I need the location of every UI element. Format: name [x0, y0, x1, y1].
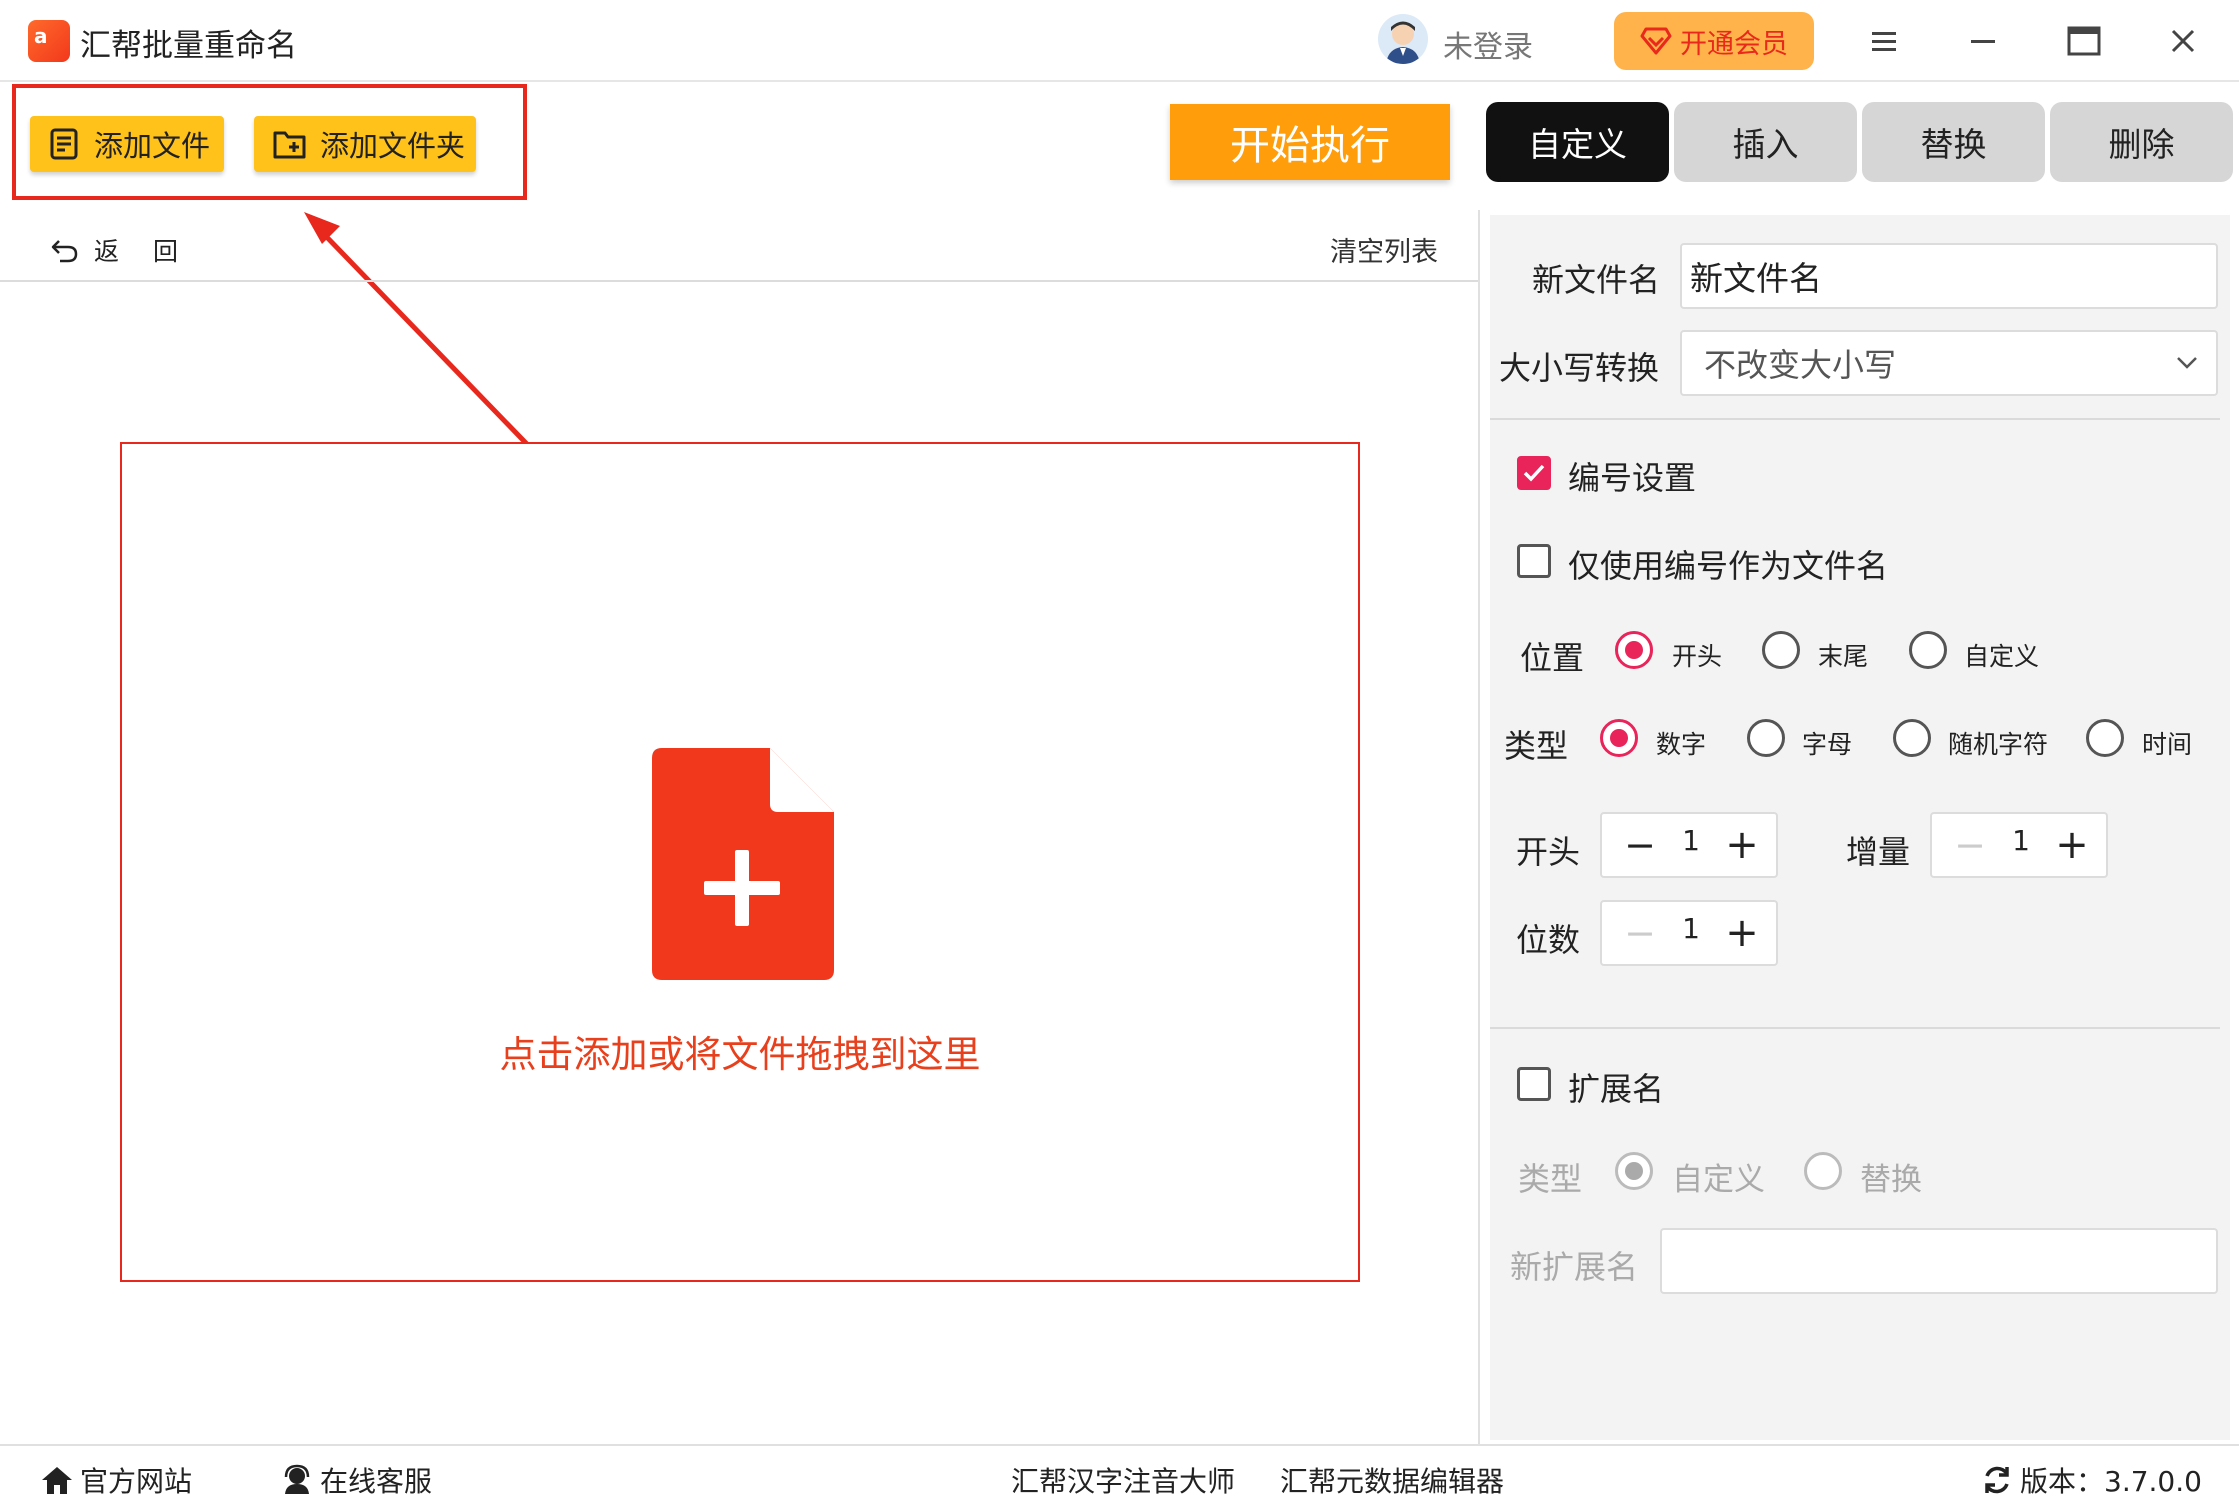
- case-select-value: 不改变大小写: [1704, 346, 1897, 384]
- type-radio-number[interactable]: [1600, 719, 1638, 757]
- ext-type-custom-label: 自定义: [1672, 1162, 1765, 1198]
- start-number-label: 开头: [1516, 833, 1581, 871]
- status-bar: 官方网站 在线客服 汇帮汉字注音大师 汇帮元数据编辑器 版本：3.7.0.0: [0, 1444, 2239, 1509]
- numbering-label: 编号设置: [1568, 459, 1697, 497]
- settings-panel: 新文件名 新文件名 大小写转换 不改变大小写 编号设置 仅使用编号作为文件名 位…: [1490, 215, 2230, 1440]
- decrement-button[interactable]: −: [1950, 822, 1990, 868]
- home-icon: [42, 1467, 72, 1494]
- drop-hint: 点击添加或将文件拖拽到这里: [499, 1033, 981, 1076]
- ext-type-radio-replace[interactable]: [1804, 1152, 1842, 1190]
- increment-button[interactable]: +: [2050, 820, 2094, 870]
- digits-label: 位数: [1516, 921, 1581, 959]
- digits-value[interactable]: 1: [1676, 912, 1706, 945]
- increment-button[interactable]: +: [1720, 908, 1764, 958]
- position-radio-custom[interactable]: [1909, 631, 1947, 669]
- ext-type-radio-custom[interactable]: [1615, 1152, 1653, 1190]
- separator: [1490, 418, 2220, 420]
- only-number-checkbox[interactable]: [1517, 544, 1551, 578]
- increment-stepper[interactable]: − 1 +: [1930, 812, 2108, 878]
- type-label: 类型: [1504, 727, 1569, 765]
- extension-label: 扩展名: [1568, 1070, 1665, 1108]
- version-info[interactable]: 版本：3.7.0.0: [1980, 1460, 2202, 1500]
- new-ext-label: 新扩展名: [1510, 1248, 1639, 1286]
- support-link[interactable]: 在线客服: [280, 1460, 432, 1500]
- new-name-label: 新文件名: [1532, 261, 1661, 299]
- start-number-value[interactable]: 1: [1676, 824, 1706, 857]
- position-label: 位置: [1520, 639, 1585, 677]
- chevron-down-icon: [2177, 357, 2197, 369]
- new-name-input[interactable]: 新文件名: [1680, 243, 2218, 309]
- digits-stepper[interactable]: − 1 +: [1600, 900, 1778, 966]
- decrement-button[interactable]: −: [1620, 910, 1660, 956]
- website-label: 官方网站: [80, 1465, 193, 1498]
- position-radio-start[interactable]: [1615, 631, 1653, 669]
- start-number-stepper[interactable]: − 1 +: [1600, 812, 1778, 878]
- version-label: 版本：3.7.0.0: [2020, 1465, 2202, 1498]
- panel-divider: [1478, 210, 1480, 1444]
- increment-button[interactable]: +: [1720, 820, 1764, 870]
- pinyin-tool-link[interactable]: 汇帮汉字注音大师: [1011, 1460, 1235, 1500]
- position-start-label: 开头: [1672, 642, 1723, 671]
- type-radio-time[interactable]: [2086, 719, 2124, 757]
- position-end-label: 末尾: [1818, 642, 1869, 671]
- clear-list-button[interactable]: 清空列表: [1330, 230, 1438, 269]
- extension-checkbox[interactable]: [1517, 1067, 1551, 1101]
- ext-type-label: 类型: [1518, 1160, 1583, 1198]
- back-button[interactable]: 返回: [50, 232, 212, 268]
- type-radio-letter[interactable]: [1747, 719, 1785, 757]
- separator: [1490, 1027, 2220, 1029]
- case-select[interactable]: 不改变大小写: [1680, 330, 2218, 396]
- type-letter-label: 字母: [1802, 730, 1853, 759]
- website-link[interactable]: 官方网站: [40, 1460, 192, 1500]
- refresh-icon: [1985, 1466, 2009, 1494]
- metadata-tool-link[interactable]: 汇帮元数据编辑器: [1280, 1460, 1504, 1500]
- increment-label: 增量: [1846, 833, 1911, 871]
- case-label: 大小写转换: [1499, 349, 1660, 387]
- ext-type-replace-label: 替换: [1860, 1162, 1922, 1198]
- undo-icon: [51, 240, 78, 263]
- numbering-checkbox[interactable]: [1517, 456, 1551, 490]
- decrement-button[interactable]: −: [1620, 822, 1660, 868]
- list-toolbar: 返回 清空列表: [0, 210, 1478, 282]
- check-icon: [1523, 464, 1545, 482]
- new-ext-input[interactable]: [1660, 1228, 2218, 1294]
- support-label: 在线客服: [320, 1465, 433, 1498]
- back-label: 返回: [94, 237, 213, 266]
- position-radio-end[interactable]: [1762, 631, 1800, 669]
- headset-icon: [284, 1464, 310, 1494]
- only-number-label: 仅使用编号作为文件名: [1568, 547, 1889, 585]
- file-drop-zone[interactable]: 点击添加或将文件拖拽到这里: [120, 442, 1360, 1282]
- type-number-label: 数字: [1656, 730, 1707, 759]
- type-time-label: 时间: [2142, 730, 2193, 759]
- type-radio-random[interactable]: [1893, 719, 1931, 757]
- add-file-icon: [652, 748, 834, 980]
- increment-value[interactable]: 1: [2006, 824, 2036, 857]
- position-custom-label: 自定义: [1964, 642, 2040, 671]
- type-random-label: 随机字符: [1948, 730, 2049, 759]
